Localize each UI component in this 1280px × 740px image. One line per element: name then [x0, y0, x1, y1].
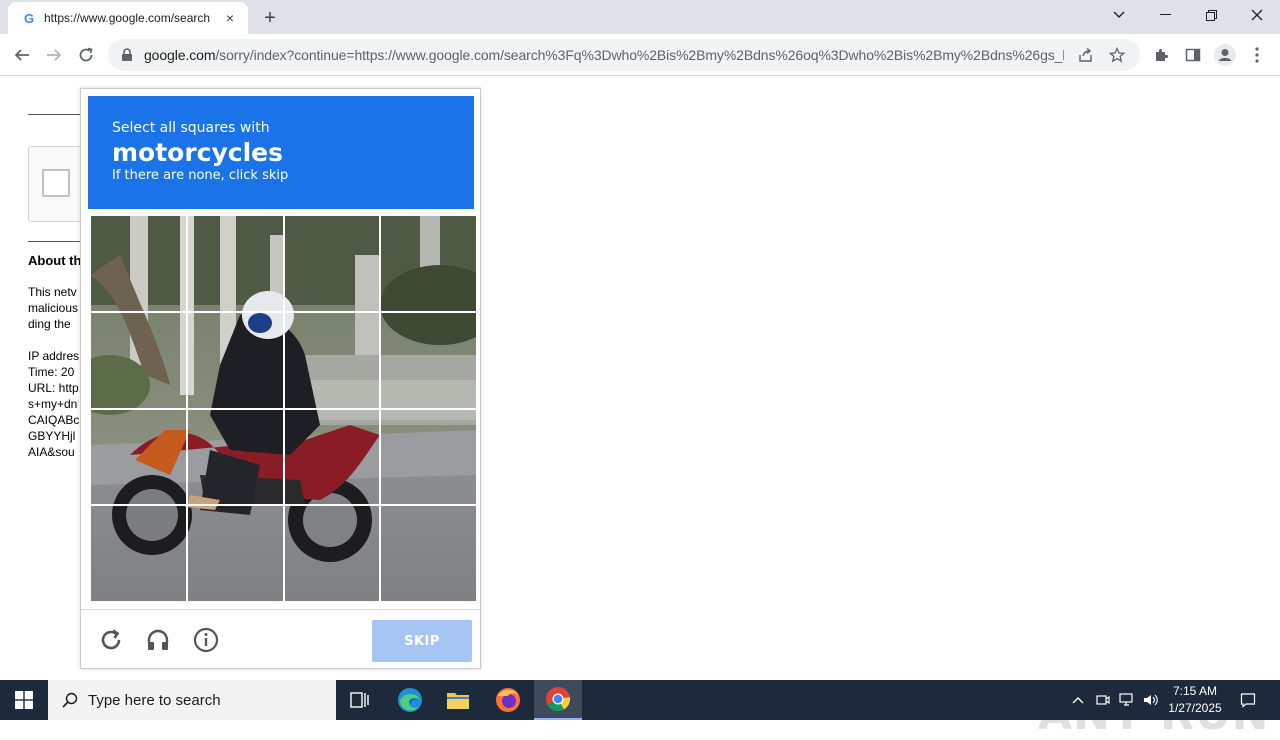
prompt-target: motorcycles — [112, 138, 284, 167]
reload-challenge-icon[interactable] — [97, 626, 125, 654]
divider — [28, 241, 88, 242]
bg-text-line: ding the — [28, 317, 71, 331]
back-arrow-icon[interactable] — [8, 41, 36, 69]
bg-text-line: s+my+dn — [28, 397, 78, 411]
image-tile[interactable] — [90, 311, 187, 409]
firefox-icon[interactable] — [484, 680, 532, 720]
prompt-hint: If there are none, click skip — [112, 168, 289, 183]
image-tile[interactable] — [90, 408, 187, 506]
tab-title: https://www.google.com/search — [44, 11, 211, 25]
restore-icon[interactable] — [1188, 0, 1234, 30]
forward-arrow-icon[interactable] — [40, 41, 68, 69]
audio-challenge-icon[interactable] — [144, 626, 172, 654]
bg-text-line: Time: 20 — [28, 365, 75, 379]
image-grid — [90, 215, 477, 602]
challenge-header: Select all squares with motorcycles If t… — [88, 96, 474, 209]
tile-grid — [90, 215, 477, 602]
minimize-icon[interactable] — [1142, 0, 1188, 30]
image-tile[interactable] — [380, 311, 477, 409]
clock-time: 7:15 AM — [1172, 684, 1218, 698]
bg-text-line: CAIQABc — [28, 413, 80, 427]
image-tile[interactable] — [186, 408, 284, 506]
lock-icon — [122, 48, 132, 61]
tab-search-icon[interactable] — [1096, 0, 1142, 30]
search-placeholder: Type here to search — [88, 691, 221, 709]
image-tile[interactable] — [380, 215, 477, 312]
recaptcha-anchor — [28, 146, 88, 222]
bg-text-line: IP addres — [28, 349, 80, 363]
info-icon[interactable] — [192, 626, 220, 654]
about-heading: About th — [28, 253, 82, 268]
url-text: google.com/sorry/index?continue=https://… — [144, 47, 1064, 63]
menu-dots-icon[interactable] — [1244, 42, 1270, 68]
bg-text-line: GBYYHjl — [28, 429, 76, 443]
meet-now-icon[interactable] — [1092, 680, 1114, 720]
file-explorer-icon[interactable] — [434, 680, 482, 720]
chrome-icon[interactable] — [534, 680, 582, 720]
windows-start-icon[interactable] — [0, 680, 48, 720]
bg-text-line: This netv — [28, 285, 77, 299]
image-tile[interactable] — [186, 311, 284, 409]
prompt-instruction: Select all squares with — [112, 120, 270, 136]
close-tab-icon[interactable]: × — [222, 10, 238, 26]
bg-text-line: AIA&sou — [28, 445, 75, 459]
share-icon[interactable] — [1074, 44, 1096, 66]
google-favicon-icon: G — [23, 10, 35, 26]
bookmark-star-icon[interactable] — [1106, 44, 1128, 66]
tab-strip: G https://www.google.com/search × + — [0, 0, 1280, 34]
clock-date: 1/27/2025 — [1168, 701, 1222, 715]
notifications-icon[interactable] — [1234, 680, 1262, 720]
image-tile[interactable] — [283, 215, 381, 312]
skip-button[interactable]: SKIP — [372, 620, 472, 662]
image-tile[interactable] — [283, 311, 381, 409]
volume-icon[interactable] — [1140, 680, 1162, 720]
system-clock[interactable]: 7:15 AM 1/27/2025 — [1160, 683, 1230, 717]
image-tile[interactable] — [90, 505, 187, 602]
search-icon — [62, 692, 78, 708]
address-bar[interactable]: google.com/sorry/index?continue=https://… — [108, 39, 1140, 71]
browser-toolbar: google.com/sorry/index?continue=https://… — [0, 34, 1280, 76]
image-tile[interactable] — [90, 215, 187, 312]
image-tile[interactable] — [283, 408, 381, 506]
reload-icon[interactable] — [72, 41, 100, 69]
recaptcha-checkbox[interactable] — [42, 169, 70, 197]
tray-overflow-icon[interactable] — [1068, 680, 1088, 720]
side-panel-icon[interactable] — [1180, 42, 1206, 68]
profile-avatar-icon[interactable] — [1212, 42, 1238, 68]
image-tile[interactable] — [186, 215, 284, 312]
bg-text-line: malicious — [28, 301, 79, 315]
image-tile[interactable] — [380, 408, 477, 506]
image-tile[interactable] — [283, 505, 381, 602]
challenge-footer: SKIP — [81, 609, 480, 669]
new-tab-button[interactable]: + — [258, 6, 282, 30]
recaptcha-challenge: Select all squares with motorcycles If t… — [80, 88, 481, 669]
image-tile[interactable] — [380, 505, 477, 602]
taskbar-search-box[interactable]: Type here to search — [48, 680, 336, 720]
url-host: google.com — [144, 47, 216, 63]
divider — [28, 114, 88, 115]
task-view-icon[interactable] — [336, 680, 384, 720]
browser-tab[interactable]: G https://www.google.com/search × — [8, 2, 248, 34]
image-tile[interactable] — [186, 505, 284, 602]
edge-browser-icon[interactable] — [386, 680, 434, 720]
bg-text-line: URL: http — [28, 381, 79, 395]
taskbar: Type here to search 7:15 AM 1/27/2025 — [0, 680, 1280, 720]
close-window-icon[interactable] — [1234, 0, 1280, 30]
network-icon[interactable] — [1116, 680, 1138, 720]
extensions-icon[interactable] — [1148, 42, 1174, 68]
url-path: /sorry/index?continue=https://www.google… — [215, 47, 1064, 63]
